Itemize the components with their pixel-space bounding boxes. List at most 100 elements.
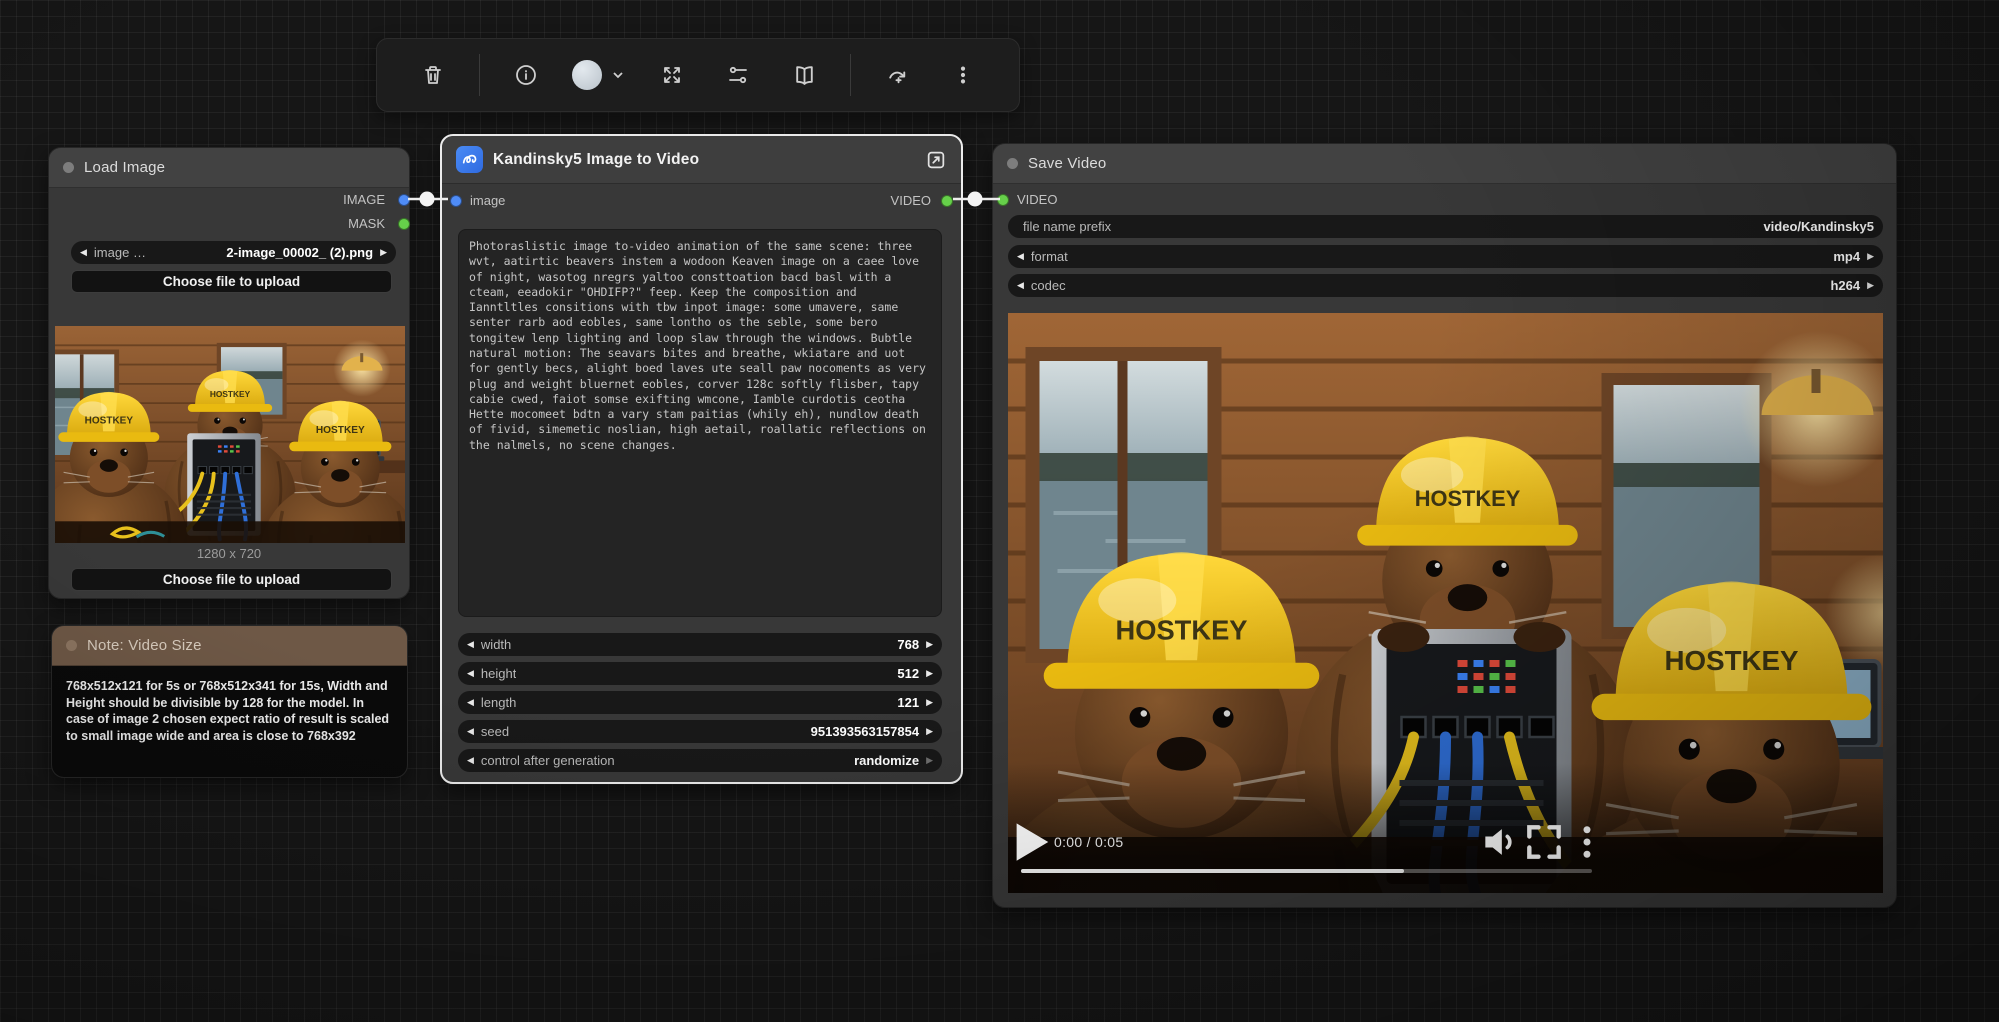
note-node-header[interactable]: Note: Video Size [52, 626, 407, 666]
fit-view-icon [660, 63, 684, 87]
codec-widget[interactable]: ◀ codec h264 ▶ [1008, 274, 1883, 297]
widget-name: length [481, 695, 516, 710]
node-kandinsky5-image-to-video[interactable]: Kandinsky5 Image to Video image VIDEO ◀w… [440, 134, 963, 784]
format-widget[interactable]: ◀ format mp4 ▶ [1008, 245, 1883, 268]
redo-button[interactable] [877, 55, 917, 95]
combo-next-icon[interactable]: ▶ [380, 248, 387, 257]
video-progress-bar[interactable] [1021, 869, 1592, 873]
widget-value: randomize [854, 753, 919, 768]
widget-value: 512 [897, 666, 919, 681]
kandinsky-node-header[interactable]: Kandinsky5 Image to Video [442, 136, 961, 184]
node-status-dot [1007, 158, 1018, 169]
output-port-mask[interactable] [398, 218, 410, 230]
save-video-node-header[interactable]: Save Video [993, 144, 1896, 184]
video-more-button[interactable] [1566, 821, 1608, 863]
fullscreen-button[interactable] [1522, 820, 1566, 864]
decrement-icon[interactable]: ◀ [467, 727, 474, 736]
output-port-video[interactable] [941, 195, 953, 207]
video-preview[interactable]: HOSTKEY [1008, 313, 1883, 893]
next-option-icon[interactable]: ▶ [1867, 252, 1874, 261]
image-resolution-label: 1280 x 720 [49, 546, 409, 561]
input-label-image: image [470, 194, 505, 208]
widget-value: video/Kandinsky5 [1763, 219, 1874, 234]
decrement-icon[interactable]: ◀ [467, 640, 474, 649]
filter-sliders-icon [726, 63, 750, 87]
node-note-video-size[interactable]: Note: Video Size 768x512x121 for 5s or 7… [51, 625, 408, 778]
trash-icon [421, 63, 445, 87]
file-name-prefix-widget[interactable]: file name prefix video/Kandinsky5 [1008, 215, 1883, 238]
video-time: 0:00 / 0:05 [1054, 834, 1123, 850]
widget-value: 2-image_00002_ (2).png [226, 245, 373, 260]
expand-node-button[interactable] [925, 149, 947, 171]
video-progress-fill [1021, 869, 1404, 873]
note-title: Note: Video Size [87, 637, 202, 654]
prev-option-icon[interactable]: ◀ [1017, 281, 1024, 290]
combo-prev-icon[interactable]: ◀ [80, 248, 87, 257]
fit-view-button[interactable] [652, 55, 692, 95]
increment-icon[interactable]: ▶ [926, 669, 933, 678]
decrement-icon[interactable]: ◀ [467, 756, 474, 765]
seed-widget[interactable]: ◀seed 951393563157854▶ [458, 720, 942, 743]
node-color-picker[interactable] [572, 60, 626, 90]
wire-midpoint-dot[interactable] [968, 192, 983, 207]
input-port-image[interactable] [450, 195, 462, 207]
increment-icon[interactable]: ▶ [926, 756, 933, 765]
volume-button[interactable] [1478, 820, 1522, 864]
increment-icon[interactable]: ▶ [926, 640, 933, 649]
decrement-icon[interactable]: ◀ [467, 698, 474, 707]
choose-file-button-bottom[interactable]: Choose file to upload [71, 568, 392, 591]
node-load-image[interactable]: Load Image IMAGE MASK ◀ image … 2-image_… [48, 147, 410, 599]
widget-name: format [1031, 249, 1068, 264]
filter-settings-button[interactable] [718, 55, 758, 95]
selection-toolbar [376, 38, 1020, 112]
input-label-video: VIDEO [1017, 193, 1057, 207]
node-title: Kandinsky5 Image to Video [493, 151, 699, 169]
node-load-image-header[interactable]: Load Image [49, 148, 409, 188]
widget-name: height [481, 666, 516, 681]
image-combo-widget[interactable]: ◀ image … 2-image_00002_ (2).png ▶ [71, 241, 396, 264]
choose-file-button-top[interactable]: Choose file to upload [71, 270, 392, 293]
node-save-video[interactable]: Save Video VIDEO file name prefix video/… [992, 143, 1897, 908]
widget-name: codec [1031, 278, 1066, 293]
info-icon [514, 63, 538, 87]
wire-midpoint-dot[interactable] [420, 192, 435, 207]
info-button[interactable] [506, 55, 546, 95]
note-text: 768x512x121 for 5s or 768x512x341 for 15… [52, 666, 407, 777]
control-after-generation-widget[interactable]: ◀control after generation randomize▶ [458, 749, 942, 772]
delete-button[interactable] [413, 55, 453, 95]
input-port-video[interactable] [997, 194, 1009, 206]
color-swatch-icon [572, 60, 602, 90]
decrement-icon[interactable]: ◀ [467, 669, 474, 678]
prev-option-icon[interactable]: ◀ [1017, 252, 1024, 261]
height-widget[interactable]: ◀ height 512 ▶ [458, 662, 942, 685]
widget-value: 121 [897, 695, 919, 710]
library-button[interactable] [784, 55, 824, 95]
increment-icon[interactable]: ▶ [926, 698, 933, 707]
kebab-menu-icon [952, 64, 974, 86]
widget-value: mp4 [1833, 249, 1860, 264]
toolbar-divider [479, 54, 480, 96]
node-status-dot [63, 162, 74, 173]
beavers-photo-thumbnail: HOSTKEY [55, 326, 405, 543]
output-label-image: IMAGE [343, 193, 385, 207]
node-title: Save Video [1028, 155, 1106, 172]
widget-name: file name prefix [1023, 219, 1111, 234]
widget-value: h264 [1830, 278, 1860, 293]
play-button[interactable] [1008, 819, 1054, 865]
more-options-button[interactable] [943, 55, 983, 95]
open-book-icon [792, 63, 817, 88]
redo-plus-icon [885, 63, 910, 88]
length-widget[interactable]: ◀ length 121 ▶ [458, 691, 942, 714]
image-preview[interactable]: HOSTKEY [55, 326, 405, 543]
output-port-image[interactable] [398, 194, 410, 206]
widget-name: image … [94, 245, 146, 260]
increment-icon[interactable]: ▶ [926, 727, 933, 736]
prompt-textarea[interactable] [458, 229, 942, 617]
node-status-dot [66, 640, 77, 651]
next-option-icon[interactable]: ▶ [1867, 281, 1874, 290]
widget-name: seed [481, 724, 509, 739]
width-widget[interactable]: ◀width 768▶ [458, 633, 942, 656]
output-label-video: VIDEO [891, 194, 931, 208]
node-title: Load Image [84, 159, 165, 176]
node-graph-canvas[interactable]: Load Image IMAGE MASK ◀ image … 2-image_… [0, 0, 1999, 1022]
